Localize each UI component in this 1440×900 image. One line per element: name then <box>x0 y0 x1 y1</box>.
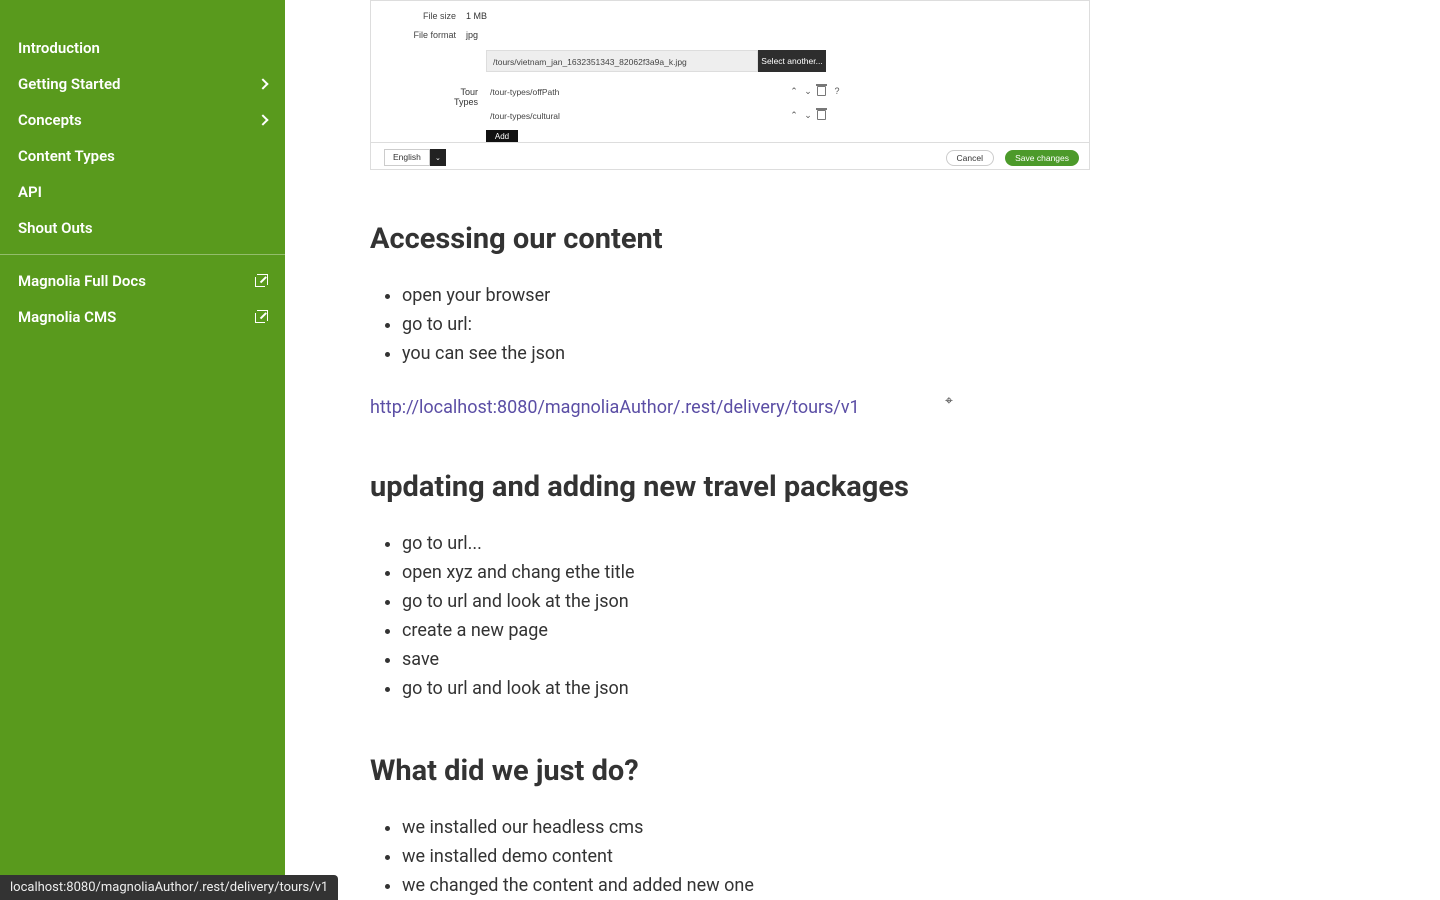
list-item: open xyz and chang ethe title <box>402 559 1355 586</box>
list-item: go to url and look at the json <box>402 675 1355 702</box>
file-format-value: jpg <box>466 30 478 40</box>
tour-type-row-controls: ⌃ ⌄ ? <box>789 86 844 96</box>
trash-icon[interactable] <box>817 110 826 120</box>
file-size-label: File size <box>371 11 466 21</box>
trash-icon[interactable] <box>817 86 826 96</box>
move-down-icon[interactable]: ⌄ <box>803 86 813 96</box>
sidebar-item-magnolia-full-docs[interactable]: Magnolia Full Docs <box>0 263 285 299</box>
list-item: create a new page <box>402 617 1355 644</box>
sidebar-item-label: Content Types <box>18 147 115 165</box>
help-icon[interactable]: ? <box>830 86 844 96</box>
heading-accessing: Accessing our content <box>370 222 1355 256</box>
move-down-icon[interactable]: ⌄ <box>803 110 813 120</box>
editor-screenshot: File size 1 MB File format jpg /tours/vi… <box>370 0 1090 170</box>
file-format-label: File format <box>371 30 466 40</box>
tour-type-value-2: /tour-types/cultural <box>490 111 560 121</box>
list-item: we installed our headless cms <box>402 814 1355 841</box>
list-accessing: open your browser go to url: you can see… <box>402 282 1355 367</box>
sidebar-item-getting-started[interactable]: Getting Started <box>0 66 285 102</box>
list-item: go to url: <box>402 311 1355 338</box>
sidebar-item-label: Magnolia Full Docs <box>18 272 146 290</box>
tour-type-row-controls: ⌃ ⌄ <box>789 110 826 120</box>
sidebar-item-label: Introduction <box>18 39 100 57</box>
tour-types-label: Tour Types <box>438 87 478 107</box>
list-item: go to url and look at the json <box>402 588 1355 615</box>
file-size-value: 1 MB <box>466 11 487 21</box>
sidebar-item-concepts[interactable]: Concepts <box>0 102 285 138</box>
move-up-icon[interactable]: ⌃ <box>789 110 799 120</box>
sidebar-item-magnolia-cms[interactable]: Magnolia CMS <box>0 299 285 335</box>
article-body: Accessing our content open your browser … <box>370 222 1355 900</box>
sidebar-divider <box>0 254 285 255</box>
chevron-right-icon <box>257 114 268 125</box>
delivery-endpoint-link[interactable]: http://localhost:8080/magnoliaAuthor/.re… <box>370 397 860 418</box>
sidebar: Introduction Getting Started Concepts Co… <box>0 0 285 900</box>
main-content: File size 1 MB File format jpg /tours/vi… <box>285 0 1440 900</box>
list-item: you can see the json <box>402 340 1355 367</box>
heading-what-did-we-do: What did we just do? <box>370 754 1355 788</box>
list-item: open your browser <box>402 282 1355 309</box>
list-item: we changed the content and added new one <box>402 872 1355 899</box>
cancel-button[interactable]: Cancel <box>946 150 994 166</box>
sidebar-item-introduction[interactable]: Introduction <box>0 30 285 66</box>
heading-updating: updating and adding new travel packages <box>370 470 1355 504</box>
list-item: we installed demo content <box>402 843 1355 870</box>
select-another-button[interactable]: Select another... <box>758 50 826 72</box>
sidebar-item-api[interactable]: API <box>0 174 285 210</box>
sidebar-item-shout-outs[interactable]: Shout Outs <box>0 210 285 246</box>
language-select[interactable]: English ⌄ <box>384 149 446 166</box>
list-item: save <box>402 646 1355 673</box>
sidebar-item-content-types[interactable]: Content Types <box>0 138 285 174</box>
chevron-right-icon <box>257 78 268 89</box>
list-updating: go to url... open xyz and chang ethe tit… <box>402 530 1355 702</box>
image-path-input[interactable]: /tours/vietnam_jan_1632351343_82062f3a9a… <box>486 50 758 72</box>
sidebar-item-label: Concepts <box>18 111 82 129</box>
sidebar-item-label: Magnolia CMS <box>18 308 116 326</box>
list-item: go to url... <box>402 530 1355 557</box>
chevron-down-icon: ⌄ <box>430 149 446 166</box>
sidebar-item-label: API <box>18 183 42 201</box>
list-recap: we installed our headless cms we install… <box>402 814 1355 900</box>
sidebar-item-label: Shout Outs <box>18 219 93 237</box>
tour-type-value-1: /tour-types/offPath <box>490 87 559 97</box>
sidebar-item-label: Getting Started <box>18 75 120 93</box>
browser-status-bar: localhost:8080/magnoliaAuthor/.rest/deli… <box>0 875 338 900</box>
save-changes-button[interactable]: Save changes <box>1005 150 1079 166</box>
language-value: English <box>384 149 430 166</box>
external-link-icon <box>255 275 267 287</box>
external-link-icon <box>255 311 267 323</box>
move-up-icon[interactable]: ⌃ <box>789 86 799 96</box>
